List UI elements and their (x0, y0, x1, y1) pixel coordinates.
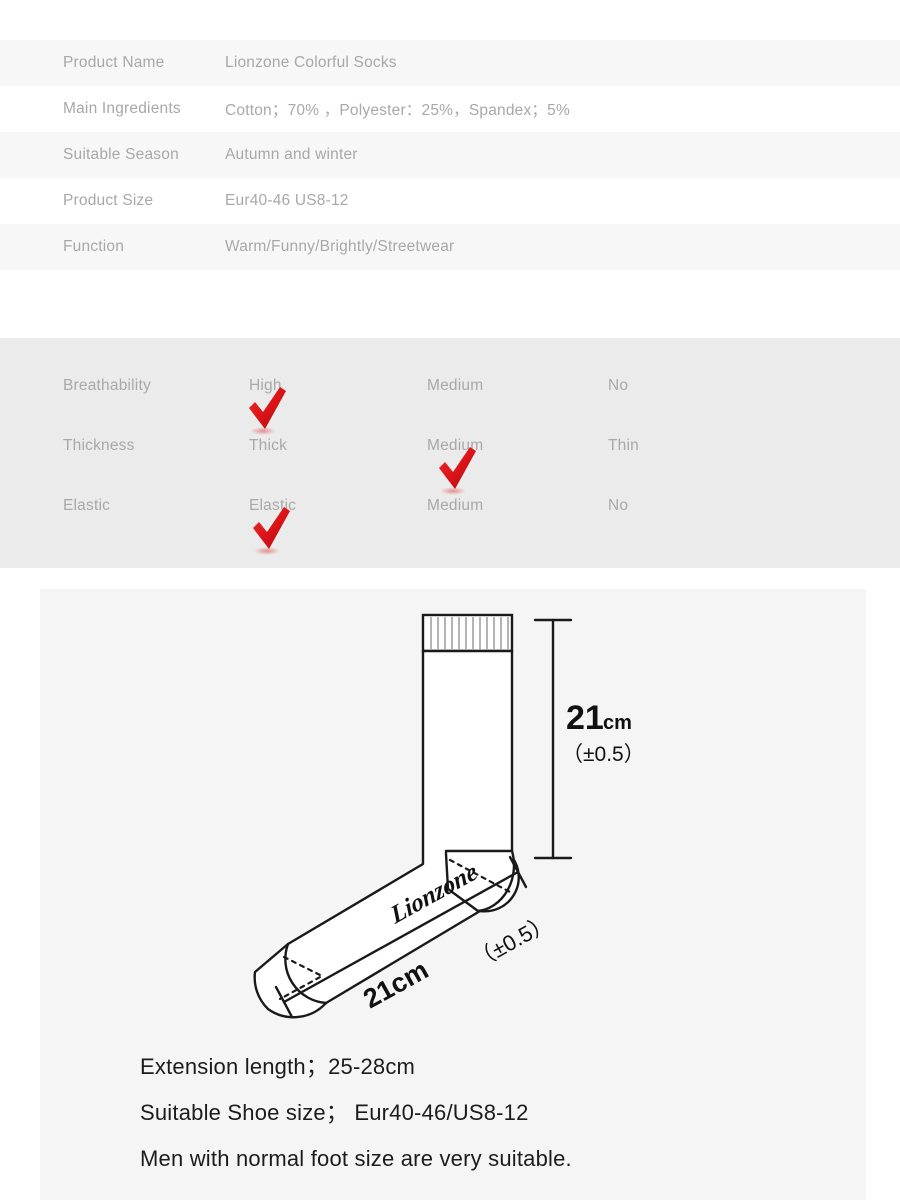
product-spec-table: Product Name Lionzone Colorful Socks Mai… (0, 40, 900, 270)
table-row: Product Size Eur40-46 US8-12 (0, 178, 900, 224)
foot-length-tolerance: （±0.5） (468, 909, 556, 973)
attribute-row-elastic: Elastic Elastic Medium No (0, 497, 900, 517)
spec-label: Suitable Season (63, 146, 179, 163)
table-row: Suitable Season Autumn and winter (0, 132, 900, 178)
spec-label: Function (63, 238, 125, 255)
sock-cuff-icon (421, 613, 514, 653)
attribute-row-thickness: Thickness Thick Medium Thin (0, 437, 900, 457)
size-note-shoe-size: Suitable Shoe size； Eur40-46/US8-12 (140, 1100, 529, 1125)
attribute-option[interactable]: No (608, 497, 628, 515)
spec-label: Main Ingredients (63, 100, 181, 117)
attribute-option[interactable]: High (249, 377, 282, 395)
height-unit: cm (603, 712, 632, 734)
size-note-fit: Men with normal foot size are very suita… (140, 1146, 572, 1171)
size-diagram-panel: 21 cm （±0.5） 21cm （±0.5） Lionzone Extens… (40, 589, 866, 1200)
attribute-label: Elastic (63, 497, 111, 514)
table-row: Product Name Lionzone Colorful Socks (0, 40, 900, 86)
height-value: 21 (566, 699, 604, 737)
spec-value: Warm/Funny/Brightly/Streetwear (225, 238, 455, 255)
size-notes: Extension length；25-28cm Suitable Shoe s… (140, 1044, 840, 1182)
table-row: Main Ingredients Cotton；70% ，Polyester：2… (0, 86, 900, 132)
attribute-option[interactable]: Medium (427, 497, 483, 515)
spec-label: Product Size (63, 192, 154, 209)
spec-label: Product Name (63, 54, 165, 71)
attribute-row-breathability: Breathability High Medium No (0, 377, 900, 397)
spec-value: Cotton；70% ，Polyester：25%，Spandex；5% (225, 102, 570, 119)
attribute-option[interactable]: Medium (427, 437, 483, 455)
size-note-extension-length: Extension length；25-28cm (140, 1054, 416, 1079)
spec-value: Lionzone Colorful Socks (225, 54, 397, 71)
attribute-option[interactable]: Medium (427, 377, 483, 395)
spec-value: Eur40-46 US8-12 (225, 192, 349, 209)
height-tolerance: （±0.5） (562, 743, 645, 766)
attribute-label: Thickness (63, 437, 135, 454)
table-row: Function Warm/Funny/Brightly/Streetwear (0, 224, 900, 270)
attribute-label: Breathability (63, 377, 151, 394)
attribute-option[interactable]: Thin (608, 437, 639, 455)
attribute-option[interactable]: Elastic (249, 497, 296, 515)
attribute-option[interactable]: Thick (249, 437, 287, 455)
attribute-option[interactable]: No (608, 377, 628, 395)
height-dimension-line (533, 618, 573, 860)
spec-value: Autumn and winter (225, 146, 358, 163)
